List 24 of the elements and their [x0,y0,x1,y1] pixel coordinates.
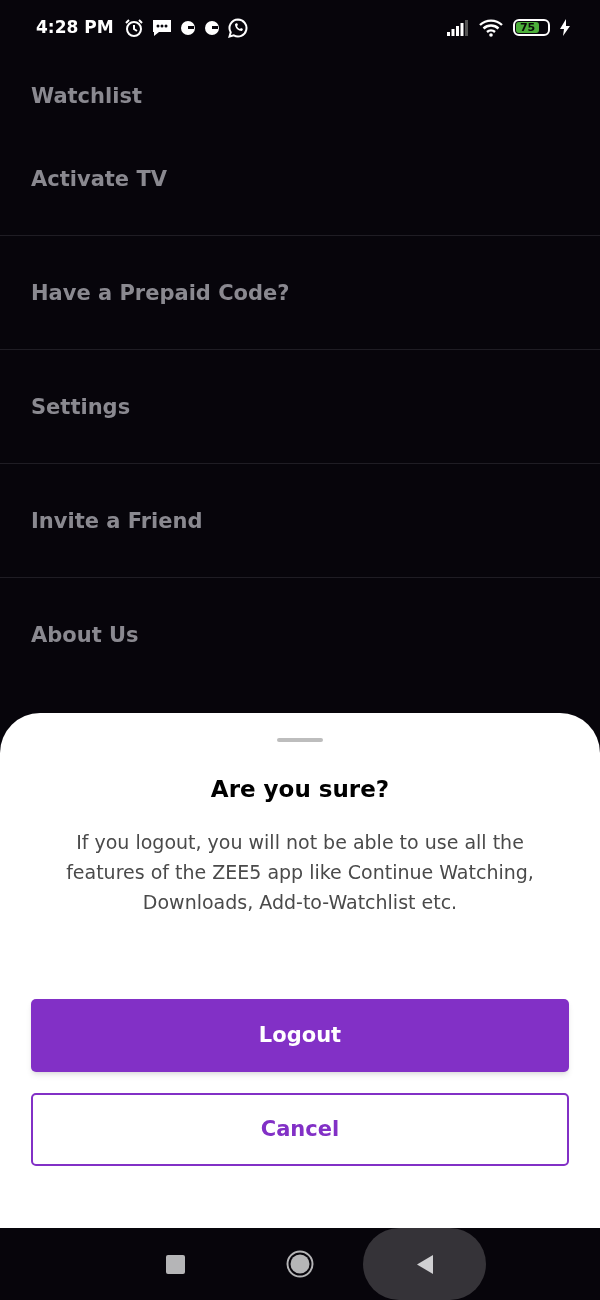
menu-item[interactable]: Invite a Friend [31,509,203,533]
home-icon[interactable] [286,1250,314,1278]
menu-item[interactable]: About Us [31,623,139,647]
dialog-message: If you logout, you will not be able to use all the features of the ZEE5 app like Continue Watching, Downloads, Add-to-Watchlist etc. [65,829,535,915]
menu-item[interactable]: Watchlist [31,84,142,108]
drag-handle[interactable] [277,738,323,742]
wifi-icon [479,18,503,37]
logout-button[interactable]: Logout [31,999,569,1072]
menu-item[interactable]: Settings [31,395,131,419]
charging-icon [560,19,570,36]
menu-item[interactable]: Activate TV [31,167,167,191]
battery-level: 75 [519,22,536,33]
app-notification-icon [179,19,196,36]
message-icon [151,17,172,38]
chat-phone-icon [227,17,248,38]
cancel-button[interactable]: Cancel [31,1093,569,1166]
back-icon [415,1253,434,1275]
signal-icon [447,19,469,36]
menu-item[interactable]: Have a Prepaid Code? [31,281,290,305]
alarm-clock-icon [123,17,144,38]
dialog-title: Are you sure? [210,775,390,804]
app-notification-icon [203,19,220,36]
status-time: 4:28 PM [36,15,114,39]
recent-apps-icon[interactable] [166,1255,185,1274]
